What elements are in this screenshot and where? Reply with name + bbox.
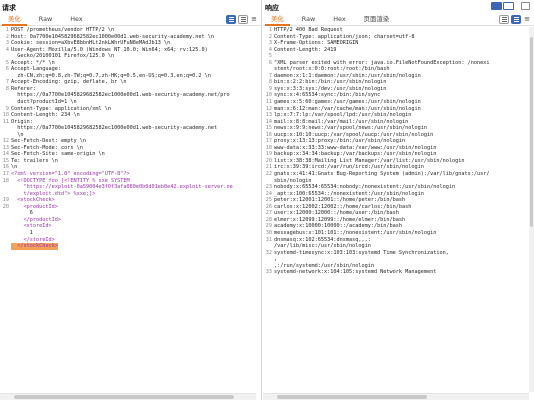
request-wrap-toggle-icon[interactable] bbox=[226, 15, 236, 24]
request-horizontal-scrollbar[interactable] bbox=[0, 393, 256, 400]
line-text: systemd-timesync:x:103:103:systemd Time … bbox=[274, 249, 449, 256]
request-menu-icon[interactable]: ≡ bbox=[250, 15, 258, 24]
layout-single-icon[interactable] bbox=[521, 2, 530, 10]
response-newline-toggle-icon[interactable] bbox=[511, 15, 521, 24]
request-tabs: 美化 Raw Hex ≡ bbox=[0, 14, 261, 26]
request-title: 请求 bbox=[2, 4, 16, 12]
request-tab-raw[interactable]: Raw bbox=[33, 14, 58, 25]
layout-toggle[interactable] bbox=[491, 2, 514, 10]
response-editor[interactable]: 1 HTTP/2 400 Bad Request 2 Content-Type: ap… bbox=[263, 27, 534, 400]
request-pane: 请求 美化 Raw Hex ≡ 1 POST /prometheus/vendor… bbox=[0, 0, 262, 400]
line-text: </stockCheck> bbox=[11, 243, 58, 250]
line-text: Content-Length: 2419 bbox=[274, 46, 337, 53]
line-text: https://0a7700e1045829682582ec1000e00d1.… bbox=[11, 125, 218, 132]
layout-split-vertical-icon[interactable] bbox=[503, 2, 514, 10]
response-menu-icon[interactable]: ≡ bbox=[523, 15, 531, 24]
request-tab-pretty[interactable]: 美化 bbox=[2, 14, 27, 26]
line-text: systemd-network:x:104:105:systemd Networ… bbox=[274, 269, 437, 276]
line-number bbox=[0, 243, 11, 250]
response-tab-raw[interactable]: Raw bbox=[296, 14, 321, 25]
response-tabs: 美化 Raw Hex 页面渲染 ≡ bbox=[263, 14, 534, 26]
request-toolbar: ≡ bbox=[226, 15, 258, 24]
scrollbar-thumb[interactable] bbox=[530, 37, 533, 227]
code-line: </stockCheck> bbox=[0, 243, 261, 250]
line-text: Te: trailers \n bbox=[11, 157, 58, 164]
code-line: 33 systemd-network:x:104:105:systemd Netw… bbox=[263, 269, 534, 276]
request-tab-hex[interactable]: Hex bbox=[64, 14, 88, 25]
scrollbar-thumb[interactable] bbox=[277, 395, 427, 399]
response-tab-pretty[interactable]: 美化 bbox=[265, 14, 290, 26]
response-toolbar: ≡ bbox=[499, 15, 531, 24]
response-pane: 响应 美化 Raw Hex 页面渲染 ≡ 1 HTTP/2 400 Bad Req… bbox=[263, 0, 534, 400]
layout-split-horizontal-icon[interactable] bbox=[491, 2, 502, 10]
response-horizontal-scrollbar[interactable] bbox=[263, 393, 529, 400]
response-wrap-toggle-icon[interactable] bbox=[499, 15, 509, 24]
request-editor[interactable]: 1 POST /prometheus/vendor HTTP/2 \n 2 Host:… bbox=[0, 27, 261, 400]
response-tab-render[interactable]: 页面渲染 bbox=[358, 14, 396, 25]
response-tab-hex[interactable]: Hex bbox=[327, 14, 351, 25]
scrollbar-thumb[interactable] bbox=[14, 395, 234, 399]
response-vertical-scrollbar[interactable] bbox=[529, 27, 534, 392]
request-newline-toggle-icon[interactable] bbox=[238, 15, 248, 24]
line-number: 33 bbox=[265, 269, 272, 276]
